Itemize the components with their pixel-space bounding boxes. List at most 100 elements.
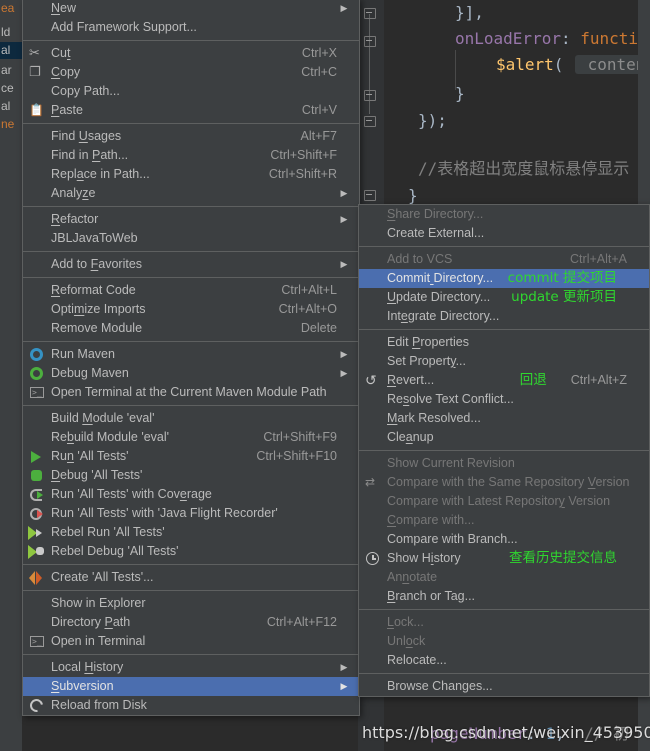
fold-marker[interactable]	[362, 6, 378, 19]
menu-item-jbljavatoweb[interactable]: JBLJavaToWeb	[23, 229, 359, 248]
fold-marker[interactable]	[362, 88, 378, 101]
fold-marker[interactable]	[362, 34, 378, 47]
chevron-right-icon: ▶	[340, 368, 348, 378]
menu-item-commit-directory[interactable]: Commit Directory... commit 提交项目	[359, 269, 649, 288]
menu-item-cleanup[interactable]: Cleanup	[359, 428, 649, 447]
menu-item-refactor[interactable]: Refactor ▶	[23, 210, 359, 229]
menu-separator	[23, 654, 359, 655]
chevron-right-icon: ▶	[340, 259, 348, 269]
menu-item-add-framework-support[interactable]: Add Framework Support...	[23, 18, 359, 37]
menu-item-integrate-directory[interactable]: Integrate Directory...	[359, 307, 649, 326]
menu-item-new[interactable]: New ▶	[23, 0, 359, 18]
no-icon	[23, 409, 51, 428]
menu-item-add-to-favorites[interactable]: Add to Favorites ▶	[23, 255, 359, 274]
menu-item-open-terminal-at-the-current-maven-module-path[interactable]: >_ Open Terminal at the Current Maven Mod…	[23, 383, 359, 402]
menu-item-run-all-tests[interactable]: Run 'All Tests' Ctrl+Shift+F10	[23, 447, 359, 466]
menu-item-label: Mark Resolved...	[387, 411, 481, 425]
menu-item-label: Rebuild Module 'eval'	[51, 430, 170, 444]
menu-item-reload-from-disk[interactable]: Reload from Disk	[23, 696, 359, 715]
create-config-icon	[23, 568, 51, 587]
tree-node[interactable]: ld	[0, 24, 22, 41]
no-icon	[359, 333, 387, 352]
menu-item-label: JBLJavaToWeb	[51, 231, 138, 245]
menu-item-shortcut: Ctrl+Shift+R	[268, 167, 337, 181]
menu-separator	[23, 251, 359, 252]
no-icon	[359, 352, 387, 371]
menu-item-run-all-tests-with-java-flight-recorder[interactable]: Run 'All Tests' with 'Java Flight Record…	[23, 504, 359, 523]
menu-item-analyze[interactable]: Analyze ▶	[23, 184, 359, 203]
menu-separator	[23, 590, 359, 591]
menu-item-paste[interactable]: 📋 Paste Ctrl+V	[23, 101, 359, 120]
menu-item-compare-with-branch[interactable]: Compare with Branch...	[359, 530, 649, 549]
chevron-right-icon: ▶	[340, 3, 348, 13]
menu-item-edit-properties[interactable]: Edit Properties	[359, 333, 649, 352]
menu-item-revert[interactable]: ↺ Revert... 回退 Ctrl+Alt+Z	[359, 371, 649, 390]
menu-item-optimize-imports[interactable]: Optimize Imports Ctrl+Alt+O	[23, 300, 359, 319]
menu-item-run-all-tests-with-coverage[interactable]: Run 'All Tests' with Coverage	[23, 485, 359, 504]
menu-item-build-module-eval[interactable]: Build Module 'eval'	[23, 409, 359, 428]
menu-item-show-history[interactable]: Show History 查看历史提交信息	[359, 549, 649, 568]
tree-node[interactable]: ce	[0, 80, 22, 97]
menu-item-subversion[interactable]: Subversion ▶	[23, 677, 359, 696]
menu-item-set-property[interactable]: Set Property...	[359, 352, 649, 371]
menu-item-run-maven[interactable]: Run Maven ▶	[23, 345, 359, 364]
menu-item-rebel-run-all-tests[interactable]: Rebel Run 'All Tests'	[23, 523, 359, 542]
annotation-note: 回退	[519, 372, 547, 388]
menu-item-remove-module[interactable]: Remove Module Delete	[23, 319, 359, 338]
subversion-submenu[interactable]: Share Directory... Create External... Add …	[358, 204, 650, 697]
menu-item-rebel-debug-all-tests[interactable]: Rebel Debug 'All Tests'	[23, 542, 359, 561]
fold-marker[interactable]	[362, 188, 378, 201]
menu-item-shortcut: Alt+F7	[300, 129, 337, 143]
menu-item-update-directory[interactable]: Update Directory... update 更新项目	[359, 288, 649, 307]
project-context-menu[interactable]: New ▶ Add Framework Support... ✂ Cut Ctrl+X ❐ C…	[22, 0, 360, 716]
menu-item-create-all-tests[interactable]: Create 'All Tests'...	[23, 568, 359, 587]
menu-item-shortcut: Ctrl+C	[301, 65, 337, 79]
tree-node[interactable]: al	[0, 42, 22, 59]
menu-item-open-in-terminal[interactable]: >_ Open in Terminal	[23, 632, 359, 651]
menu-item-debug-all-tests[interactable]: Debug 'All Tests'	[23, 466, 359, 485]
menu-item-debug-maven[interactable]: Debug Maven ▶	[23, 364, 359, 383]
chevron-right-icon: ▶	[340, 349, 348, 359]
menu-item-cut[interactable]: ✂ Cut Ctrl+X	[23, 44, 359, 63]
menu-item-label: Reload from Disk	[51, 698, 147, 712]
menu-item-shortcut: Ctrl+Alt+F12	[266, 615, 337, 629]
tree-node[interactable]: ne	[0, 116, 22, 133]
menu-item-label: Rebel Run 'All Tests'	[51, 525, 165, 539]
menu-item-find-usages[interactable]: Find Usages Alt+F7	[23, 127, 359, 146]
no-icon	[23, 319, 51, 338]
revert-icon: ↺	[365, 372, 377, 388]
menu-item-reformat-code[interactable]: Reformat Code Ctrl+Alt+L	[23, 281, 359, 300]
menu-item-label: Subversion	[51, 679, 114, 693]
menu-item-branch-or-tag[interactable]: Branch or Tag...	[359, 587, 649, 606]
menu-item-label: Edit Properties	[387, 335, 469, 349]
menu-item-replace-in-path[interactable]: Replace in Path... Ctrl+Shift+R	[23, 165, 359, 184]
no-icon	[359, 307, 387, 326]
project-tree-sliver[interactable]: ea ld al ar ce al ne	[0, 0, 22, 751]
tree-node[interactable]: ea	[0, 0, 22, 17]
menu-item-create-external[interactable]: Create External...	[359, 224, 649, 243]
menu-item-browse-changes[interactable]: Browse Changes...	[359, 677, 649, 696]
code-line: }],	[455, 3, 484, 22]
no-icon	[23, 428, 51, 447]
tree-node[interactable]: ar	[0, 62, 22, 79]
menu-item-label: Rebel Debug 'All Tests'	[51, 544, 179, 558]
menu-item-show-in-explorer[interactable]: Show in Explorer	[23, 594, 359, 613]
menu-item-local-history[interactable]: Local History ▶	[23, 658, 359, 677]
menu-item-copy-path[interactable]: Copy Path...	[23, 82, 359, 101]
menu-item-copy[interactable]: ❐ Copy Ctrl+C	[23, 63, 359, 82]
menu-item-label: Refactor	[51, 212, 99, 226]
menu-item-label: Share Directory...	[387, 207, 484, 221]
menu-item-directory-path[interactable]: Directory Path Ctrl+Alt+F12	[23, 613, 359, 632]
menu-item-label: Debug 'All Tests'	[51, 468, 143, 482]
chevron-right-icon: ▶	[340, 188, 348, 198]
tree-node[interactable]: al	[0, 98, 22, 115]
fold-marker[interactable]	[362, 114, 378, 127]
menu-item-rebuild-module-eval[interactable]: Rebuild Module 'eval' Ctrl+Shift+F9	[23, 428, 359, 447]
menu-item-label: Copy Path...	[51, 84, 120, 98]
menu-item-label: Show History	[387, 551, 461, 565]
menu-separator	[23, 123, 359, 124]
menu-item-relocate[interactable]: Relocate...	[359, 651, 649, 670]
menu-item-resolve-text-conflict[interactable]: Resolve Text Conflict...	[359, 390, 649, 409]
menu-item-mark-resolved[interactable]: Mark Resolved...	[359, 409, 649, 428]
menu-item-find-in-path[interactable]: Find in Path... Ctrl+Shift+F	[23, 146, 359, 165]
